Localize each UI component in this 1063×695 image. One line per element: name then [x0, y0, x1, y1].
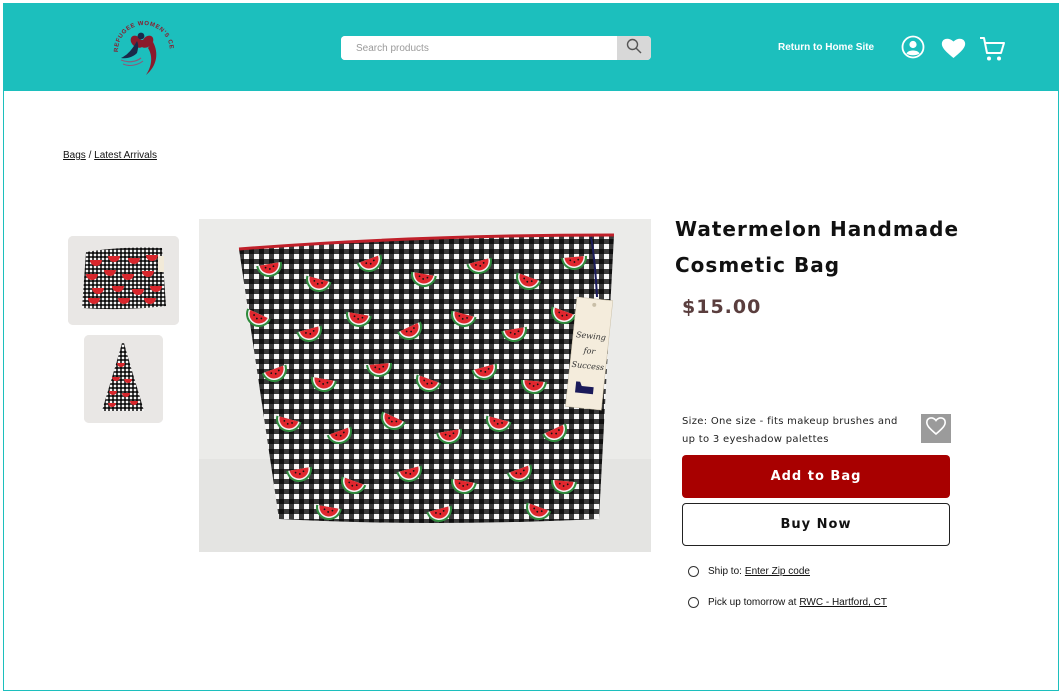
return-home-link[interactable]: Return to Home Site — [778, 42, 874, 53]
pickup-label: Pick up tomorrow at — [708, 597, 797, 608]
size-info: Size: One size - fits makeup brushes and… — [682, 416, 898, 445]
product-thumbnail-front[interactable] — [68, 236, 179, 325]
product-price: $15.00 — [682, 296, 762, 318]
product-main-image: Sewing for Success — [199, 219, 651, 552]
search-input[interactable] — [341, 36, 616, 60]
breadcrumb-latest-arrivals-link[interactable]: Latest Arrivals — [94, 150, 157, 161]
pickup-radio[interactable] — [688, 597, 699, 608]
pickup-option: Pick up tomorrow at RWC - Hartford, CT — [688, 597, 887, 608]
search-button[interactable] — [617, 36, 651, 60]
ship-radio[interactable] — [688, 566, 699, 577]
pickup-location-link[interactable]: RWC - Hartford, CT — [799, 597, 887, 608]
enter-zip-link[interactable]: Enter Zip code — [745, 566, 810, 577]
page-frame: REFUGEE WOMEN'S CENTER Return to Home Si… — [3, 3, 1059, 691]
breadcrumb-bags-link[interactable]: Bags — [63, 150, 86, 161]
tag-text-2: for — [582, 346, 597, 356]
heart-outline-icon — [925, 416, 947, 441]
breadcrumb: Bags / Latest Arrivals — [63, 150, 157, 161]
ship-label: Ship to: — [708, 566, 742, 577]
breadcrumb-separator: / — [88, 150, 92, 161]
wishlist-button[interactable] — [921, 414, 951, 443]
search-bar — [341, 36, 651, 60]
account-icon[interactable] — [901, 35, 925, 64]
site-logo[interactable]: REFUGEE WOMEN'S CENTER — [106, 12, 178, 80]
product-title: Watermelon Handmade Cosmetic Bag — [675, 217, 960, 277]
buy-now-button[interactable]: Buy Now — [682, 503, 950, 546]
cart-icon[interactable] — [978, 35, 1006, 68]
site-header: REFUGEE WOMEN'S CENTER Return to Home Si… — [4, 4, 1058, 91]
add-to-bag-button[interactable]: Add to Bag — [682, 455, 950, 498]
ship-option: Ship to: Enter Zip code — [688, 566, 810, 577]
product-thumbnail-side[interactable] — [84, 335, 163, 423]
search-icon — [626, 38, 642, 59]
heart-icon[interactable] — [941, 37, 966, 64]
